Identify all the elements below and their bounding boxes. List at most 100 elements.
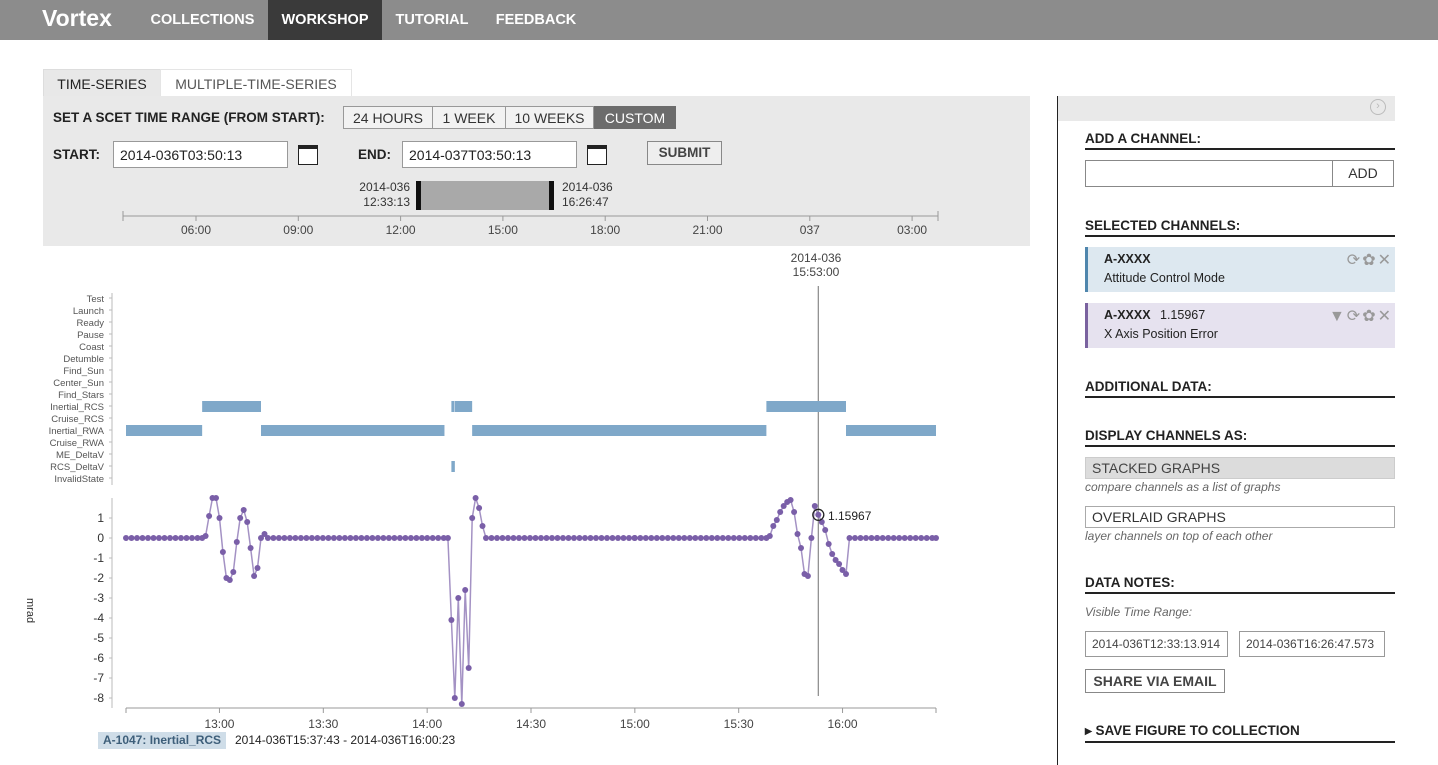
- stacked-graphs-button[interactable]: STACKED GRAPHS: [1085, 457, 1395, 479]
- data-point: [281, 535, 288, 541]
- state-axis: TestLaunchReadyPauseCoastDetumbleFind_Su…: [49, 293, 113, 485]
- data-point: [330, 535, 337, 541]
- data-point: [604, 535, 610, 541]
- data-point: [213, 495, 219, 501]
- data-point: [219, 549, 226, 555]
- data-point: [538, 535, 544, 541]
- main-chart[interactable]: TestLaunchReadyPauseCoastDetumbleFind_Su…: [0, 246, 1040, 765]
- channel-item[interactable]: A-XXXX Attitude Control Mode ⟳✿✕: [1085, 247, 1395, 292]
- data-point: [270, 535, 277, 541]
- data-point: [843, 571, 849, 577]
- data-point: [890, 535, 897, 541]
- data-point: [593, 535, 599, 541]
- state-label: Detumble: [63, 354, 104, 365]
- series-path: [126, 497, 936, 705]
- state-bar: [846, 425, 936, 436]
- data-point: [319, 535, 326, 541]
- state-label: RCS_DeltaV: [50, 462, 105, 473]
- data-point: [648, 535, 655, 541]
- data-point: [292, 535, 299, 541]
- data-point: [358, 535, 365, 541]
- data-point: [505, 535, 511, 541]
- data-point: [183, 535, 190, 541]
- y-tick-label: 1: [97, 511, 104, 525]
- palette-icon[interactable]: ✿: [1362, 252, 1377, 269]
- data-point: [418, 535, 425, 541]
- overview-ticks: 06:00 09:00 12:00 15:00 18:00 21:00 037 03:00: [122, 211, 939, 237]
- data-point: [374, 535, 381, 541]
- data-point: [543, 535, 550, 541]
- data-point: [516, 535, 522, 541]
- data-point: [747, 535, 754, 541]
- data-point: [479, 523, 486, 529]
- data-point: [637, 535, 644, 541]
- data-point: [347, 535, 354, 541]
- data-point: [730, 535, 737, 541]
- state-label: Cruise_RWA: [50, 438, 105, 449]
- share-email-button[interactable]: SHARE VIA EMAIL: [1085, 669, 1225, 693]
- overview-tick-label: 09:00: [283, 223, 313, 237]
- refresh-icon[interactable]: ⟳: [1347, 308, 1362, 325]
- data-point: [483, 535, 489, 541]
- palette-icon[interactable]: ✿: [1362, 308, 1377, 325]
- y-tick-label: -5: [93, 631, 104, 645]
- add-channel-button[interactable]: ADD: [1332, 160, 1394, 187]
- range-start-field[interactable]: 2014-036T12:33:13.914: [1085, 631, 1228, 657]
- data-point: [554, 535, 561, 541]
- data-point: [770, 523, 777, 529]
- refresh-icon[interactable]: ⟳: [1347, 252, 1362, 269]
- data-point: [465, 665, 472, 671]
- data-point: [251, 573, 258, 579]
- data-point: [918, 535, 925, 541]
- data-notes-heading: DATA NOTES:: [1085, 575, 1395, 594]
- x-axis: 13:00 13:30 14:00 14:30 15:00 15:30 16:00: [125, 707, 937, 731]
- collapse-arrow-icon[interactable]: ›: [1370, 99, 1386, 115]
- data-point: [429, 535, 436, 541]
- data-point: [576, 535, 583, 541]
- data-point: [325, 535, 332, 541]
- state-label: Ready: [77, 318, 105, 329]
- channel-item[interactable]: A-XXXX 1.15967 X Axis Position Error ▼⟳✿…: [1085, 303, 1395, 348]
- state-bar: [454, 401, 473, 412]
- data-point: [598, 535, 605, 541]
- close-icon[interactable]: ✕: [1378, 252, 1393, 269]
- channel-desc: X Axis Position Error: [1104, 327, 1218, 341]
- data-point: [615, 535, 621, 541]
- data-point: [233, 539, 240, 545]
- x-tick-label: 13:30: [308, 717, 338, 731]
- data-point: [488, 535, 495, 541]
- series-line: [123, 495, 939, 707]
- data-point: [202, 533, 209, 539]
- range-end-field[interactable]: 2014-036T16:26:47.573: [1239, 631, 1385, 657]
- data-point: [703, 535, 710, 541]
- y-tick-label: -1: [93, 551, 104, 565]
- data-point: [303, 535, 310, 541]
- overview-tick-label: 03:00: [897, 223, 927, 237]
- data-point: [642, 535, 649, 541]
- overlaid-graphs-button[interactable]: OVERLAID GRAPHS: [1085, 506, 1395, 528]
- state-label: Find_Sun: [63, 366, 104, 377]
- close-icon[interactable]: ✕: [1378, 308, 1393, 325]
- x-tick-label: 14:30: [516, 717, 546, 731]
- state-label: Center_Sun: [53, 378, 104, 389]
- data-point: [336, 535, 343, 541]
- data-point: [407, 535, 414, 541]
- channel-search-input[interactable]: [1085, 160, 1333, 187]
- overview-timeline[interactable]: 06:00 09:00 12:00 15:00 18:00 21:00 037 03:00: [0, 0, 1030, 246]
- add-channel-heading: ADD A CHANNEL:: [1085, 131, 1395, 150]
- additional-data-heading[interactable]: ADDITIONAL DATA:: [1085, 379, 1395, 398]
- data-point: [752, 535, 759, 541]
- data-point: [424, 535, 431, 541]
- state-label: ME_DeltaV: [56, 450, 105, 461]
- save-figure-link[interactable]: ▸ SAVE FIGURE TO COLLECTION: [1085, 723, 1395, 743]
- data-point: [836, 561, 843, 567]
- y-tick-label: -3: [93, 591, 104, 605]
- filter-icon[interactable]: ▼: [1329, 308, 1347, 325]
- data-point: [741, 535, 748, 541]
- data-point: [791, 509, 798, 515]
- data-point: [879, 535, 886, 541]
- y-tick-label: 0: [97, 531, 104, 545]
- data-point: [773, 517, 780, 523]
- overview-tick-label: 21:00: [692, 223, 722, 237]
- data-point: [852, 535, 858, 541]
